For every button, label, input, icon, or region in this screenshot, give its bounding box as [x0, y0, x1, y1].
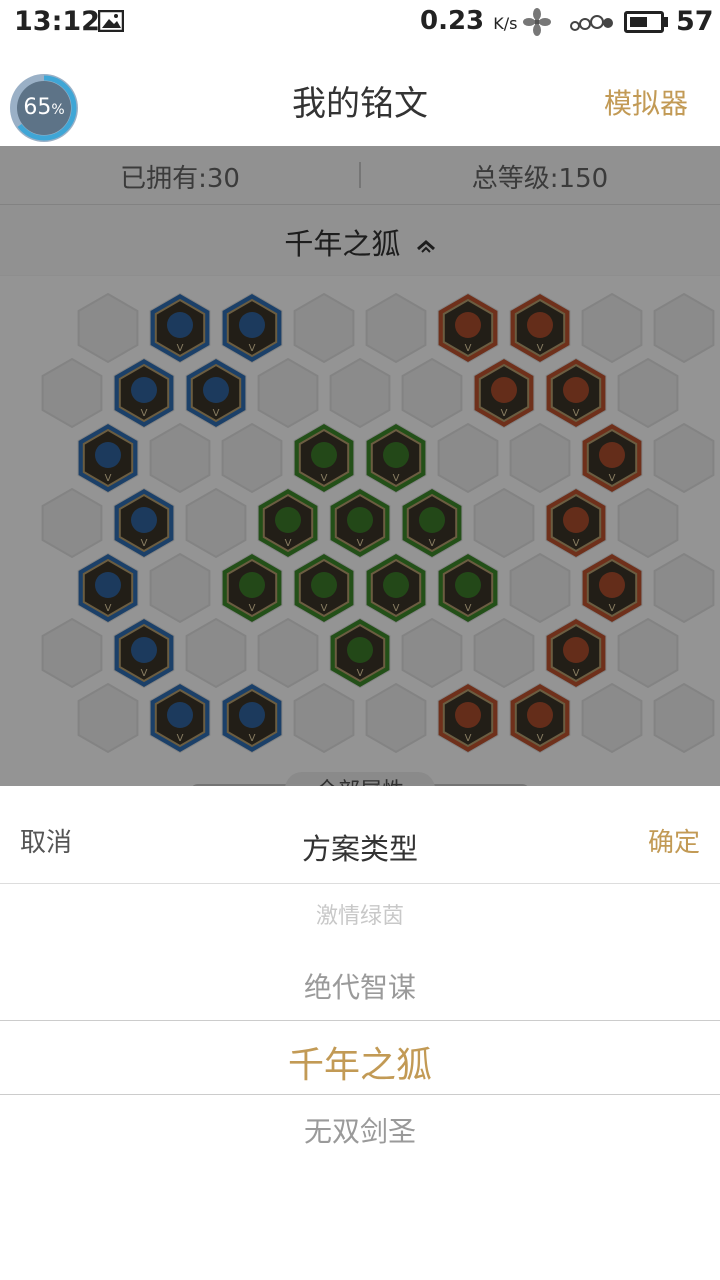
- signal-icon: [570, 15, 613, 31]
- picker-header: 取消 方案类型 确定: [0, 786, 720, 884]
- picker-option[interactable]: 无双剑圣: [0, 1110, 720, 1150]
- picker-option-selected[interactable]: 千年之狐: [0, 1036, 720, 1088]
- gallery-notification-icon: [98, 10, 124, 32]
- simulator-button[interactable]: 模拟器: [604, 82, 688, 122]
- selection-line-top: [0, 1020, 720, 1021]
- picker-wheel[interactable]: 激情绿茵 绝代智谋 千年之狐 无双剑圣: [0, 884, 720, 1280]
- battery-tip: [664, 17, 668, 27]
- modal-backdrop[interactable]: [0, 146, 720, 786]
- picker-option[interactable]: 绝代智谋: [0, 966, 720, 1006]
- battery-level: 57: [676, 6, 714, 37]
- selection-line-bottom: [0, 1094, 720, 1095]
- sync-icon: [523, 8, 551, 36]
- network-speed: 0.23 K/s: [420, 6, 518, 36]
- status-time: 13:12: [14, 6, 100, 37]
- picker-option[interactable]: 激情绿茵: [0, 898, 720, 930]
- picker-title: 方案类型: [301, 832, 418, 866]
- scheme-type-picker: 取消 方案类型 确定 激情绿茵 绝代智谋 千年之狐 无双剑圣: [0, 786, 720, 1280]
- status-bar: 13:12 0.23 K/s 57: [0, 0, 720, 46]
- inscription-page: 已拥有:30 总等级:150 千年之狐 VVVVVVVVVVVVVVVVVVVV…: [0, 146, 720, 786]
- app-header: 65% 我的铭文 模拟器: [0, 46, 720, 146]
- battery-icon: [624, 11, 664, 33]
- confirm-button[interactable]: 确定: [648, 822, 700, 859]
